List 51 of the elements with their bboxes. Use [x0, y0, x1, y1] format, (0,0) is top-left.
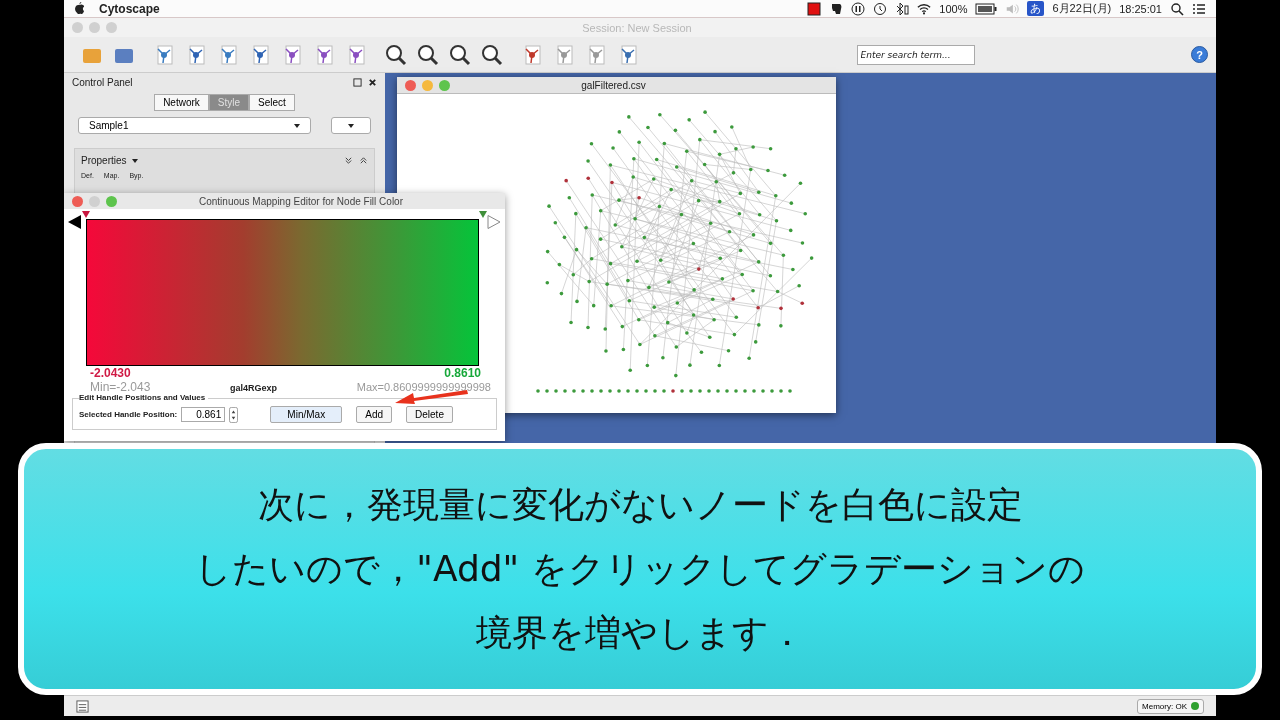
panel-tab[interactable]: Select: [249, 94, 295, 111]
menu-date[interactable]: 6月22日(月): [1052, 1, 1112, 16]
max-label: Max=0.8609999999999998: [356, 381, 491, 393]
float-icon[interactable]: [353, 78, 362, 87]
memory-status-button[interactable]: Memory: OK: [1137, 698, 1204, 714]
stepper-icon[interactable]: [229, 406, 239, 423]
input-method-indicator[interactable]: あ: [1027, 1, 1045, 16]
min-label: Min=-2.043: [90, 380, 151, 394]
caption-line: したいので，"Add" をクリックしてグラデーションの: [195, 547, 1085, 591]
help-button[interactable]: ?: [1191, 46, 1208, 63]
list-icon[interactable]: [1192, 1, 1206, 16]
search-icon[interactable]: [1170, 1, 1184, 16]
pause-icon[interactable]: [851, 1, 866, 16]
panel-title: Control Panel: [72, 77, 134, 88]
editor-button[interactable]: Min/Max: [270, 406, 343, 423]
network-window-title: galFiltered.csv: [580, 79, 647, 91]
min-value: -2.0430: [90, 366, 131, 380]
battery-percent[interactable]: 100%: [939, 2, 968, 15]
close-light[interactable]: [72, 195, 83, 207]
style-dropdown[interactable]: Sample1: [78, 117, 311, 134]
expand-all-icon[interactable]: [359, 156, 368, 165]
max-value: 0.8610: [444, 366, 481, 380]
task-list-icon[interactable]: [76, 699, 89, 713]
left-arrow-icon[interactable]: [68, 215, 82, 229]
caption-line: 境界を増やします．: [475, 611, 805, 655]
gradient-handle[interactable]: [479, 211, 487, 218]
group-label: Edit Handle Positions and Values: [79, 393, 209, 402]
apple-logo-icon[interactable]: [74, 2, 85, 15]
panel-tab[interactable]: Network: [154, 94, 209, 111]
editor-button[interactable]: Add: [356, 406, 393, 423]
right-arrow-icon[interactable]: [487, 215, 501, 229]
gradient-handle[interactable]: [82, 211, 90, 218]
close-light[interactable]: [405, 79, 416, 91]
menu-time[interactable]: 18:25:01: [1119, 2, 1162, 15]
window-title: Session: New Session: [581, 21, 693, 34]
position-field[interactable]: 0.861: [181, 407, 226, 422]
battery-icon[interactable]: [975, 1, 998, 16]
bluetooth-icon[interactable]: [895, 1, 910, 16]
editor-button[interactable]: Delete: [406, 406, 453, 423]
app-name[interactable]: Cytoscape: [99, 1, 160, 16]
caption-line: 次に，発現量に変化がないノードを白色に設定: [257, 483, 1023, 527]
editor-title: Continuous Mapping Editor for Node Fill Color: [198, 195, 404, 207]
close-icon[interactable]: [368, 78, 377, 87]
search-field[interactable]: Enter search term...: [856, 44, 975, 65]
properties-menu[interactable]: Properties: [81, 155, 338, 166]
position-label: Selected Handle Position:: [79, 410, 178, 419]
recording-icon[interactable]: [807, 1, 822, 16]
clock-icon[interactable]: [873, 1, 888, 16]
collapse-all-icon[interactable]: [344, 156, 353, 165]
attribute-name: gal4RGexp: [230, 383, 278, 393]
wifi-icon[interactable]: [917, 1, 932, 16]
